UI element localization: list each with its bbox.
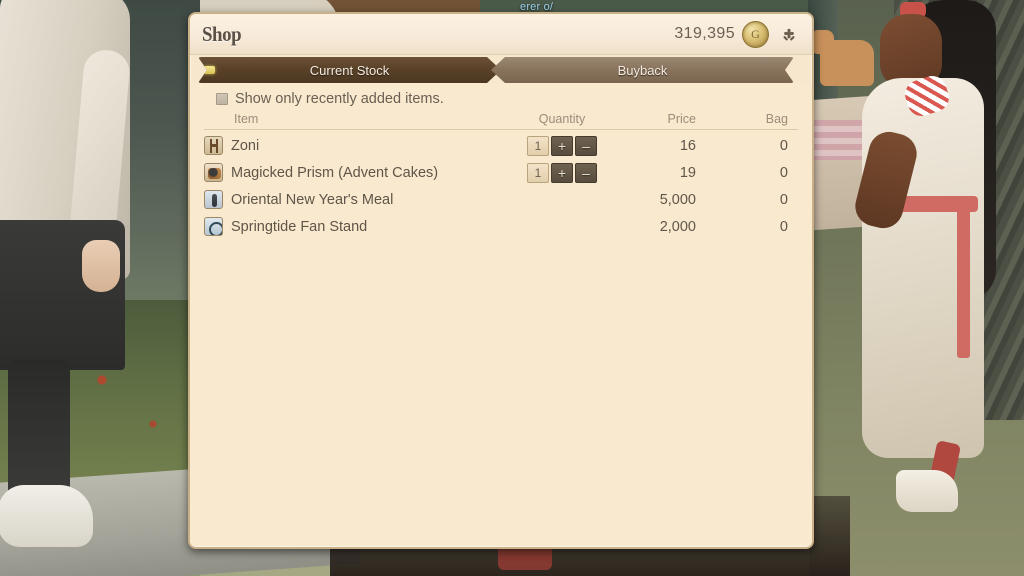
- quantity-decrease-button[interactable]: –: [575, 135, 597, 156]
- character-boot: [0, 485, 93, 547]
- quantity-stepper: 1 + –: [514, 135, 610, 156]
- titlebar-right-group: 319,395 G: [674, 20, 802, 48]
- tab-current-stock-label: Current Stock: [309, 62, 390, 78]
- bag-cell: 0: [779, 137, 788, 154]
- column-headers: Item Quantity Price Bag: [204, 110, 798, 130]
- bag-cell: 0: [779, 164, 788, 181]
- quantity-input[interactable]: 1: [527, 162, 549, 183]
- item-cell: Magicked Prism (Advent Cakes): [204, 163, 514, 182]
- item-cell: Oriental New Year's Meal: [204, 190, 514, 209]
- window-title: Shop: [202, 21, 242, 46]
- quantity-input[interactable]: 1: [527, 135, 549, 156]
- item-cell: Zoni: [204, 136, 514, 155]
- filter-row: Show only recently added items.: [204, 83, 798, 110]
- shop-content: Show only recently added items. Item Qua…: [190, 83, 812, 546]
- oriental-new-years-meal-item-icon: [204, 190, 223, 209]
- window-titlebar[interactable]: Shop 319,395 G: [190, 14, 812, 55]
- npc-sash-tail: [957, 208, 970, 358]
- item-name: Springtide Fan Stand: [231, 218, 368, 235]
- bag-cell: 0: [779, 218, 788, 235]
- column-header-quantity: Quantity: [538, 112, 586, 126]
- tab-buyback-label: Buyback: [617, 62, 668, 78]
- item-name: Oriental New Year's Meal: [231, 191, 394, 208]
- quantity-increase-button[interactable]: +: [551, 135, 573, 156]
- tab-bar: Current Stock Buyback: [198, 57, 804, 83]
- price-cell: 16: [679, 137, 696, 154]
- column-header-item: Item: [234, 112, 259, 126]
- table-row[interactable]: Magicked Prism (Advent Cakes) 1 + – 19 0: [204, 159, 798, 186]
- item-name: Magicked Prism (Advent Cakes): [231, 164, 439, 181]
- item-list: Zoni 1 + – 16 0 Magicked Prism (Advent C…: [204, 130, 798, 240]
- character-hand: [82, 240, 120, 292]
- close-icon[interactable]: [776, 21, 802, 47]
- recently-added-checkbox[interactable]: [216, 93, 228, 105]
- column-header-price: Price: [667, 112, 696, 126]
- price-cell: 5,000: [659, 191, 696, 208]
- price-cell: 19: [679, 164, 696, 181]
- price-cell: 2,000: [659, 218, 696, 235]
- bag-cell: 0: [779, 191, 788, 208]
- shop-window: Shop 319,395 G Current Stock Buyback Sho…: [188, 12, 814, 549]
- vendor-npc: [849, 0, 1014, 576]
- character-leg: [8, 360, 70, 500]
- table-row[interactable]: Zoni 1 + – 16 0: [204, 132, 798, 159]
- npc-shoe: [896, 470, 958, 512]
- quantity-decrease-button[interactable]: –: [575, 162, 597, 183]
- active-tab-marker-icon: [204, 66, 215, 74]
- quantity-stepper: 1 + –: [514, 162, 610, 183]
- magicked-prism-item-icon: [204, 163, 223, 182]
- springtide-fan-stand-item-icon: [204, 217, 223, 236]
- gil-coin-icon: G: [742, 20, 769, 48]
- table-row[interactable]: Springtide Fan Stand 2,000 0: [204, 213, 798, 240]
- tab-current-stock[interactable]: Current Stock: [198, 57, 501, 83]
- table-row[interactable]: Oriental New Year's Meal 5,000 0: [204, 186, 798, 213]
- column-header-bag: Bag: [765, 112, 788, 126]
- gil-amount: 319,395: [674, 25, 735, 42]
- recently-added-label: Show only recently added items.: [235, 91, 444, 107]
- player-character: [0, 0, 165, 576]
- screen: erer o/ Shop 319,395 G Current Stock Buy…: [0, 0, 1024, 576]
- tab-buyback[interactable]: Buyback: [491, 57, 794, 83]
- item-name: Zoni: [231, 137, 260, 154]
- item-cell: Springtide Fan Stand: [204, 217, 514, 236]
- quantity-increase-button[interactable]: +: [551, 162, 573, 183]
- zoni-item-icon: [204, 136, 223, 155]
